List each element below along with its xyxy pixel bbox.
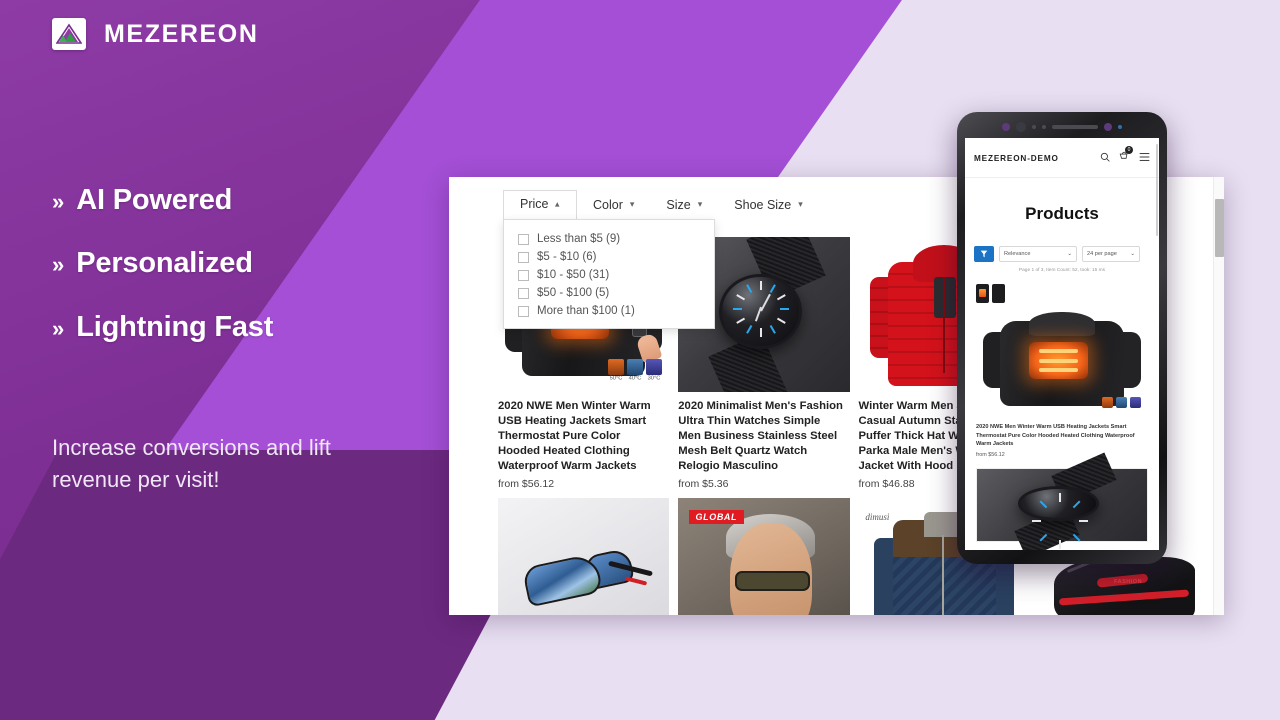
temperature-swatches: 50°C 40°C 30°C [608, 358, 663, 381]
product-card[interactable]: GLOBAL [678, 498, 850, 615]
product-title[interactable]: 2020 Minimalist Men's Fashion Ultra Thin… [678, 399, 849, 474]
price-filter-dropdown: Less than $5 (9) $5 - $10 (6) $10 - $50 … [503, 219, 715, 329]
brand-name: MEZEREON [104, 19, 259, 48]
phone-thumbnail-row[interactable] [976, 281, 1148, 303]
cart-icon[interactable]: 0 [1119, 146, 1133, 167]
price-filter-option[interactable]: Less than $5 (9) [504, 230, 714, 248]
filter-tab-label: Size [666, 197, 691, 212]
price-filter-option[interactable]: $10 - $50 (31) [504, 266, 714, 284]
brand-watermark: dimusi [865, 512, 890, 523]
polarized-sunglasses-image[interactable] [498, 498, 670, 615]
search-icon[interactable] [1100, 149, 1110, 167]
filter-tab-label: Shoe Size [734, 197, 792, 212]
filter-tab-shoe-size[interactable]: Shoe Size ▾ [718, 191, 819, 219]
phone-brand-name: MEZEREON-DEMO [974, 153, 1059, 163]
price-filter-option[interactable]: $5 - $10 (6) [504, 248, 714, 266]
filter-tab-price[interactable]: Price ▾ [503, 190, 578, 219]
phone-camera-icon [1016, 122, 1026, 132]
chevron-down-icon: ⌄ [1067, 251, 1072, 257]
filter-tab-color[interactable]: Color ▾ [577, 191, 650, 219]
hero-bullet-label: Lightning Fast [76, 310, 274, 343]
cart-badge: 0 [1125, 146, 1133, 154]
mesh-band-watch-image[interactable] [976, 452, 1148, 550]
brand-header: MEZEREON [52, 18, 258, 50]
sort-select-value: Relevance [1004, 251, 1031, 257]
thumbnail-icon[interactable] [992, 284, 1005, 303]
filter-tab-bar: Price ▾ Color ▾ Size ▾ Shoe Size ▾ [503, 189, 819, 220]
price-filter-label: $10 - $50 (31) [537, 269, 610, 281]
bullet-marker-icon: » [52, 252, 65, 278]
phone-sensor-icon [1118, 125, 1122, 129]
phone-page-title: Products [1025, 204, 1099, 223]
checkbox-icon[interactable] [518, 269, 529, 281]
per-page-select[interactable]: 24 per page ⌄ [1082, 246, 1140, 262]
filter-tab-label: Price [520, 197, 549, 211]
chevron-down-icon: ▾ [697, 199, 703, 209]
phone-sensor-row [957, 121, 1167, 133]
product-price: from $5.36 [678, 478, 729, 491]
bullet-marker-icon: » [52, 315, 65, 341]
phone-app-header: MEZEREON-DEMO 0 [965, 138, 1159, 178]
sort-select[interactable]: Relevance ⌄ [999, 246, 1077, 262]
hero-bullet-label: AI Powered [76, 184, 233, 216]
product-price: from $56.12 [498, 478, 555, 491]
hero-bullet: » AI Powered [52, 184, 472, 216]
price-filter-option[interactable]: $50 - $100 (5) [504, 284, 714, 302]
chevron-down-icon: ▾ [629, 199, 635, 209]
chevron-up-icon: ▾ [555, 199, 561, 210]
phone-scrollbar[interactable] [1156, 144, 1158, 236]
phone-sensor-icon [1104, 123, 1112, 131]
price-filter-label: More than $100 (1) [537, 305, 635, 317]
phone-mockup: MEZEREON-DEMO 0 Products Relevance ⌄ 24 … [957, 112, 1167, 564]
scrollbar-thumb[interactable] [1215, 199, 1224, 257]
checkbox-icon[interactable] [518, 305, 529, 317]
price-filter-option[interactable]: More than $100 (1) [504, 302, 714, 320]
heated-jacket-image[interactable] [976, 305, 1148, 417]
filter-tab-label: Color [593, 197, 623, 212]
chevron-down-icon: ⌄ [1130, 251, 1135, 257]
product-title[interactable]: 2020 NWE Men Winter Warm USB Heating Jac… [498, 399, 669, 474]
phone-product-card[interactable]: 2020 NWE Men Winter Warm USB Heating Jac… [965, 281, 1159, 550]
bullet-marker-icon: » [52, 189, 65, 214]
hero-subtext: Increase conversions and lift revenue pe… [52, 435, 331, 492]
shoe-brand-text: FASHION [1114, 578, 1143, 585]
phone-speaker-icon [1052, 125, 1098, 129]
chevron-down-icon: ▾ [798, 199, 803, 209]
filter-tab-size[interactable]: Size ▾ [650, 191, 718, 219]
phone-product-title[interactable]: 2020 NWE Men Winter Warm USB Heating Jac… [976, 423, 1148, 449]
price-filter-label: $5 - $10 (6) [537, 251, 597, 263]
swatch-label: 30°C [647, 374, 661, 381]
browser-scrollbar[interactable] [1213, 177, 1224, 615]
hamburger-menu-icon[interactable] [1139, 149, 1150, 167]
checkbox-icon[interactable] [518, 287, 529, 299]
hero-bullets: » AI Powered » Personalized » Lightning … [52, 185, 472, 375]
per-page-select-value: 24 per page [1087, 251, 1117, 257]
global-badge: GLOBAL [688, 510, 745, 525]
thumbnail-icon[interactable] [976, 284, 989, 303]
product-card[interactable] [498, 498, 670, 615]
phone-header-icons: 0 [1100, 146, 1150, 167]
price-filter-label: Less than $5 (9) [537, 233, 621, 245]
hero-bullet-label: Personalized [76, 247, 253, 280]
filter-funnel-icon[interactable] [974, 246, 994, 262]
checkbox-icon[interactable] [518, 251, 529, 263]
checkbox-icon[interactable] [518, 233, 529, 245]
hero-bullet: » Lightning Fast [52, 310, 472, 343]
phone-sensor-icon [1002, 123, 1010, 131]
phone-result-status: Page 1 of 3, Item Count: 52, took: 15 ms [1018, 268, 1106, 273]
hero-bullet: » Personalized [52, 247, 472, 280]
price-filter-label: $50 - $100 (5) [537, 287, 610, 299]
phone-sensor-icon [1042, 125, 1046, 129]
phone-screen: MEZEREON-DEMO 0 Products Relevance ⌄ 24 … [965, 138, 1159, 550]
phone-sensor-icon [1032, 125, 1036, 129]
phone-controls-row: Relevance ⌄ 24 per page ⌄ [965, 246, 1159, 262]
phone-product-price: from $56.12 [976, 451, 1005, 458]
mountain-logo-icon [52, 18, 86, 50]
male-model-sunglasses-image[interactable]: GLOBAL [678, 498, 850, 615]
